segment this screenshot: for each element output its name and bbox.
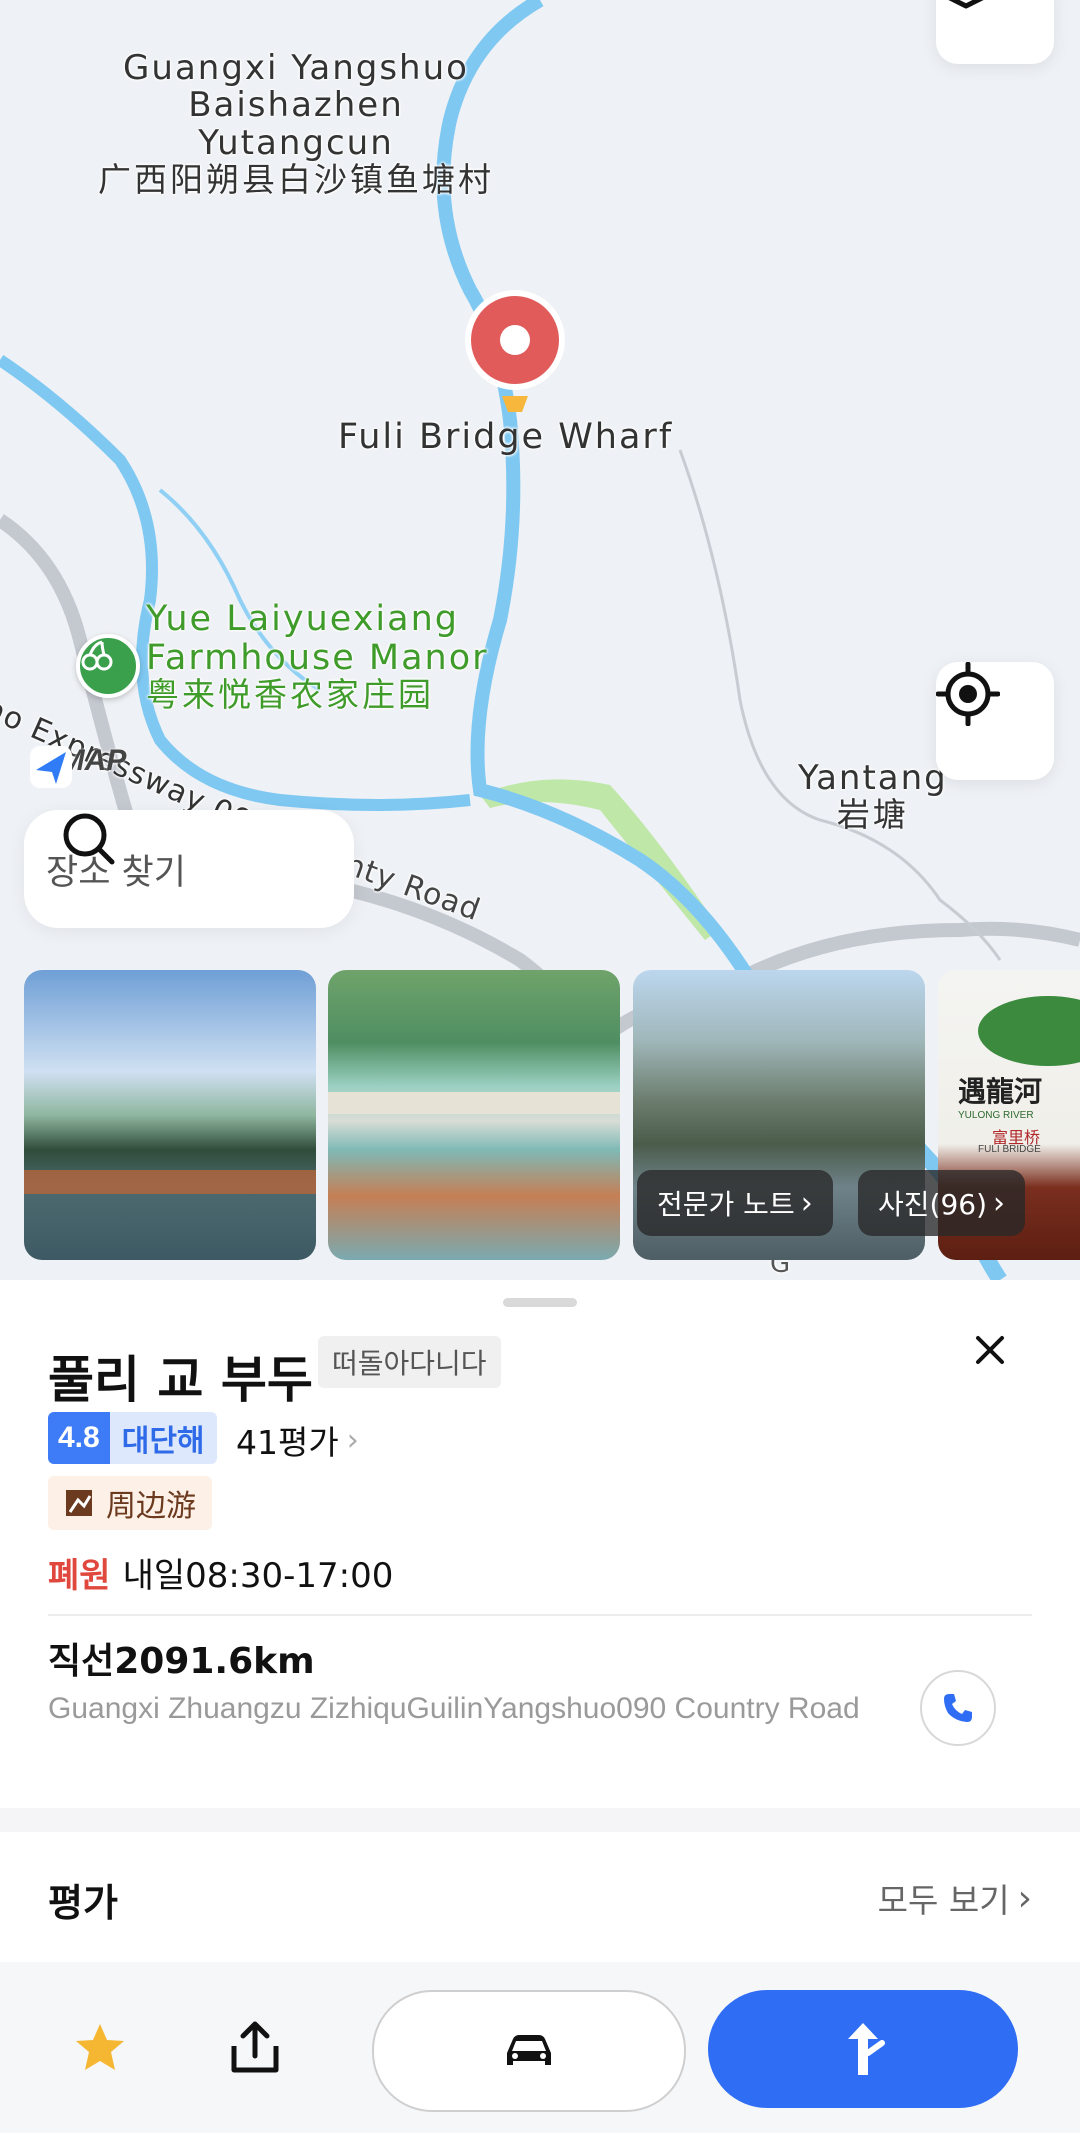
rating-word: 대단해 — [109, 1412, 217, 1464]
car-icon — [507, 2035, 551, 2065]
star-icon — [76, 2024, 124, 2070]
call-button[interactable] — [920, 1670, 996, 1746]
see-all-label: 모두 보기 — [877, 1881, 1010, 1920]
map-label-yantang: Yantang 岩塘 — [798, 758, 948, 835]
close-button[interactable] — [970, 1330, 1010, 1370]
bottom-action-bar — [0, 1962, 1080, 2133]
opening-hours: 폐원 내일08:30-17:00 — [48, 1548, 393, 1597]
crosshair-icon — [936, 662, 1000, 726]
navigate-button[interactable] — [708, 1990, 1018, 2108]
photo-sign-en-2: FULI BRIDGE — [978, 1144, 1041, 1155]
search-icon — [63, 813, 115, 865]
amap-logo-icon — [30, 746, 72, 788]
favorite-button[interactable] — [72, 2020, 128, 2076]
share-icon — [231, 2021, 279, 2073]
distance-label: 직선2091.6km — [48, 1641, 315, 1682]
flag-icon — [66, 1490, 92, 1516]
map-layers-button[interactable] — [936, 0, 1054, 64]
tour-tag-label: 周边游 — [106, 1489, 196, 1524]
category-tag: 떠돌아다니다 — [318, 1336, 501, 1388]
chevron-right-icon: › — [800, 1185, 813, 1221]
map-label-manor-cn: 粤来悦香农家庄园 — [146, 675, 434, 714]
map-view[interactable]: Guangxi Yangshuo Baishazhen Yutangcun 广西… — [0, 0, 1080, 1280]
map-label-wharf: Fuli Bridge Wharf — [338, 417, 674, 457]
map-label-village: Guangxi Yangshuo Baishazhen Yutangcun 广西… — [86, 48, 506, 200]
map-label-manor: Yue Laiyuexiang Farmhouse Manor 粤来悦香农家庄园 — [146, 600, 489, 713]
map-label-yantang-cn: 岩塘 — [836, 795, 909, 835]
amap-logo: AMAP — [28, 744, 126, 788]
search-bar[interactable]: 장소 찾기 — [24, 810, 354, 928]
expert-notes-button[interactable]: 전문가 노트 › — [637, 1170, 833, 1236]
chevron-right-icon: › — [993, 1185, 1005, 1221]
map-label-village-cn: 广西阳朔县白沙镇鱼塘村 — [98, 160, 494, 200]
drive-route-button[interactable] — [372, 1990, 686, 2112]
layers-icon — [948, 0, 984, 9]
rating-badge: 4.8 대단해 — [48, 1412, 217, 1464]
map-label-village-line-2: Baishazhen — [188, 85, 404, 126]
navigation-arrow-icon — [848, 2023, 885, 2075]
map-label-manor-line-2: Farmhouse Manor — [146, 637, 489, 678]
chevron-right-icon: › — [346, 1422, 359, 1458]
sheet-drag-handle[interactable] — [503, 1298, 577, 1307]
review-count-link[interactable]: 41평가 › — [236, 1416, 359, 1464]
map-label-yantang-en: Yantang — [798, 758, 948, 798]
map-label-manor-line-1: Yue Laiyuexiang — [146, 599, 459, 639]
rating-score: 4.8 — [48, 1412, 110, 1464]
review-count-label: 41평가 — [236, 1423, 339, 1462]
photos-button[interactable]: 사진(96) › — [858, 1170, 1025, 1236]
cherry-poi-icon[interactable] — [76, 634, 140, 698]
close-icon — [976, 1336, 1004, 1364]
tour-tag: 周边游 — [48, 1476, 212, 1530]
status-label: 폐원 — [48, 1556, 111, 1596]
place-title: 풀리 교 부두 — [48, 1351, 313, 1409]
chevron-right-icon: › — [1017, 1877, 1032, 1919]
photo-sign-cn: 遇龍河 — [958, 1075, 1043, 1108]
location-pin-icon[interactable] — [462, 286, 568, 436]
photos-count-label: 사진(96) — [878, 1188, 987, 1221]
hours-label: 내일08:30-17:00 — [122, 1556, 394, 1596]
expert-notes-label: 전문가 노트 — [657, 1188, 795, 1221]
share-button[interactable] — [226, 2018, 284, 2078]
photo-sign-emblem — [978, 996, 1080, 1066]
address-text: Guangxi Zhuangzu ZizhiquGuilinYangshuo09… — [48, 1692, 860, 1725]
reviews-heading: 평가 — [48, 1881, 118, 1925]
map-label-village-line-3: Yutangcun — [198, 122, 394, 163]
place-photo-1[interactable] — [24, 970, 316, 1260]
phone-icon — [944, 1694, 972, 1722]
section-separator — [0, 1808, 1080, 1832]
photo-sign-en-1: YULONG RIVER — [958, 1110, 1034, 1121]
map-label-village-line-1: Guangxi Yangshuo — [123, 48, 469, 88]
divider — [48, 1614, 1032, 1616]
place-photo-2[interactable] — [328, 970, 620, 1260]
see-all-reviews-link[interactable]: 모두 보기 › — [878, 1874, 1032, 1922]
my-location-button[interactable] — [936, 662, 1054, 780]
